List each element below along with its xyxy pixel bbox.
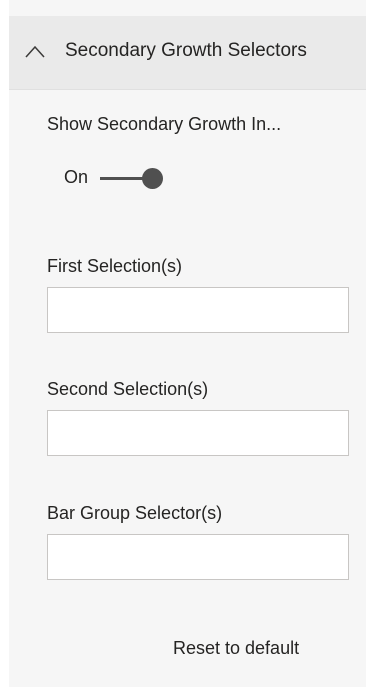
format-panel: Secondary Growth Selectors Show Secondar… <box>0 0 366 687</box>
show-secondary-toggle[interactable] <box>100 168 166 189</box>
show-secondary-label: Show Secondary Growth In... <box>47 114 282 134</box>
panel-left-edge <box>0 0 9 687</box>
second-selection-input[interactable] <box>47 410 349 456</box>
bar-group-selector-input[interactable] <box>47 534 349 580</box>
toggle-knob[interactable] <box>142 168 163 189</box>
reset-to-default-link[interactable]: Reset to default <box>173 637 299 659</box>
section-header[interactable]: Secondary Growth Selectors <box>9 16 366 90</box>
bar-group-selector-label: Bar Group Selector(s) <box>47 503 223 523</box>
chevron-up-icon[interactable] <box>25 44 45 58</box>
first-selection-label: First Selection(s) <box>47 256 183 276</box>
first-selection-input[interactable] <box>47 287 349 333</box>
section-title: Secondary Growth Selectors <box>65 40 307 61</box>
toggle-state-label: On <box>64 167 89 187</box>
second-selection-label: Second Selection(s) <box>47 379 209 399</box>
